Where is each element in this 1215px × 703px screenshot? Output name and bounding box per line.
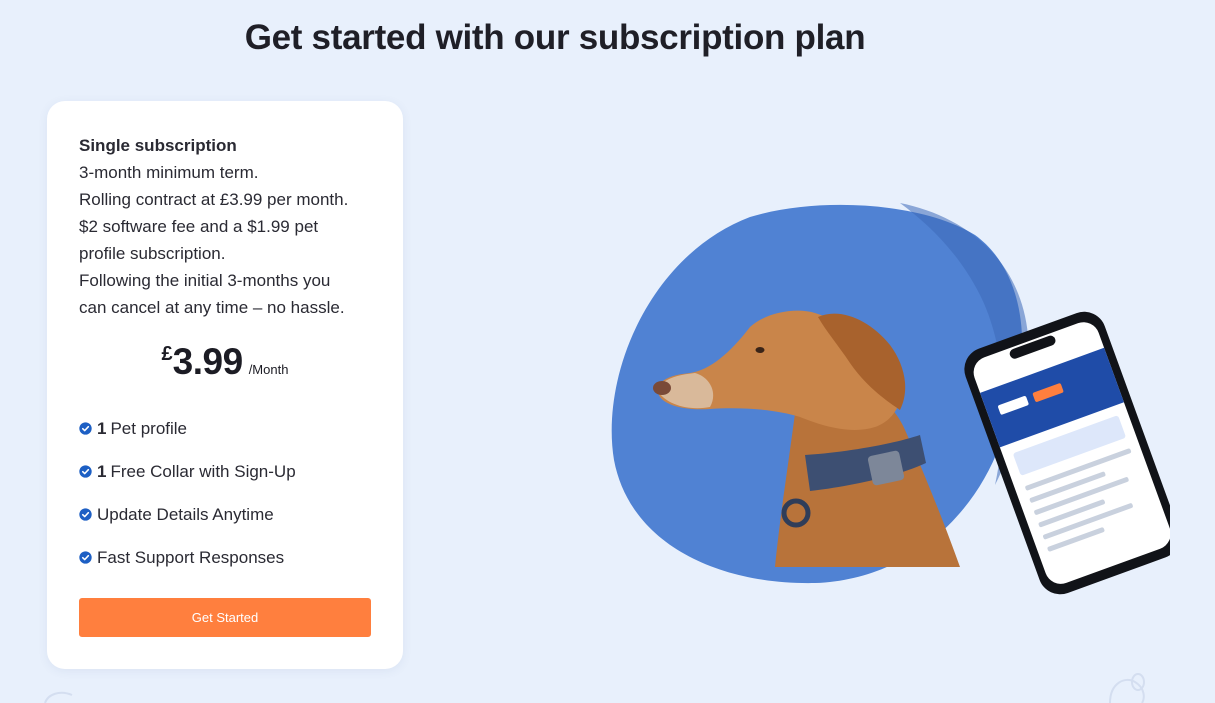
feature-item: 1 Pet profile [79,419,379,462]
page-title: Get started with our subscription plan [244,18,866,57]
price: £3.99/Month [47,341,403,383]
feature-list: 1 Pet profile 1 Free Collar with Sign-Up… [79,419,379,591]
plan-fee-line: $2 software fee and a $1.99 pet [79,217,319,236]
plan-term-line: 3-month minimum term. [79,163,259,182]
plan-description: Single subscription 3-month minimum term… [79,132,379,321]
feature-text: Update Details Anytime [97,505,274,524]
check-badge-icon [79,551,92,564]
feature-item: Fast Support Responses [79,548,379,591]
feature-text: Pet profile [110,419,188,438]
check-badge-icon [79,465,92,478]
subscription-plan-card: Single subscription 3-month minimum term… [47,101,403,669]
feature-count: 1 [97,419,107,438]
check-badge-icon [79,508,92,521]
plan-cancel-line-continued: can cancel at any time – no hassle. [79,298,345,317]
paw-decoration-icon [44,691,73,703]
feature-text: Fast Support Responses [97,548,285,567]
hero-illustration [611,203,1170,595]
get-started-button[interactable]: Get Started [79,598,371,637]
price-currency: £ [161,343,173,365]
feature-item: Update Details Anytime [79,505,379,548]
feature-count: 1 [97,462,107,481]
plan-cancel-line: Following the initial 3-months you [79,271,331,290]
plan-fee-line-continued: profile subscription. [79,244,226,263]
plan-name: Single subscription [79,136,237,155]
price-period: /Month [248,362,289,377]
plan-rolling-line: Rolling contract at £3.99 per month. [79,190,349,209]
paw-decoration-icon [1109,673,1145,703]
feature-item: 1 Free Collar with Sign-Up [79,462,379,505]
check-badge-icon [79,422,92,435]
price-amount: 3.99 [172,341,244,382]
feature-text: Free Collar with Sign-Up [110,462,296,481]
